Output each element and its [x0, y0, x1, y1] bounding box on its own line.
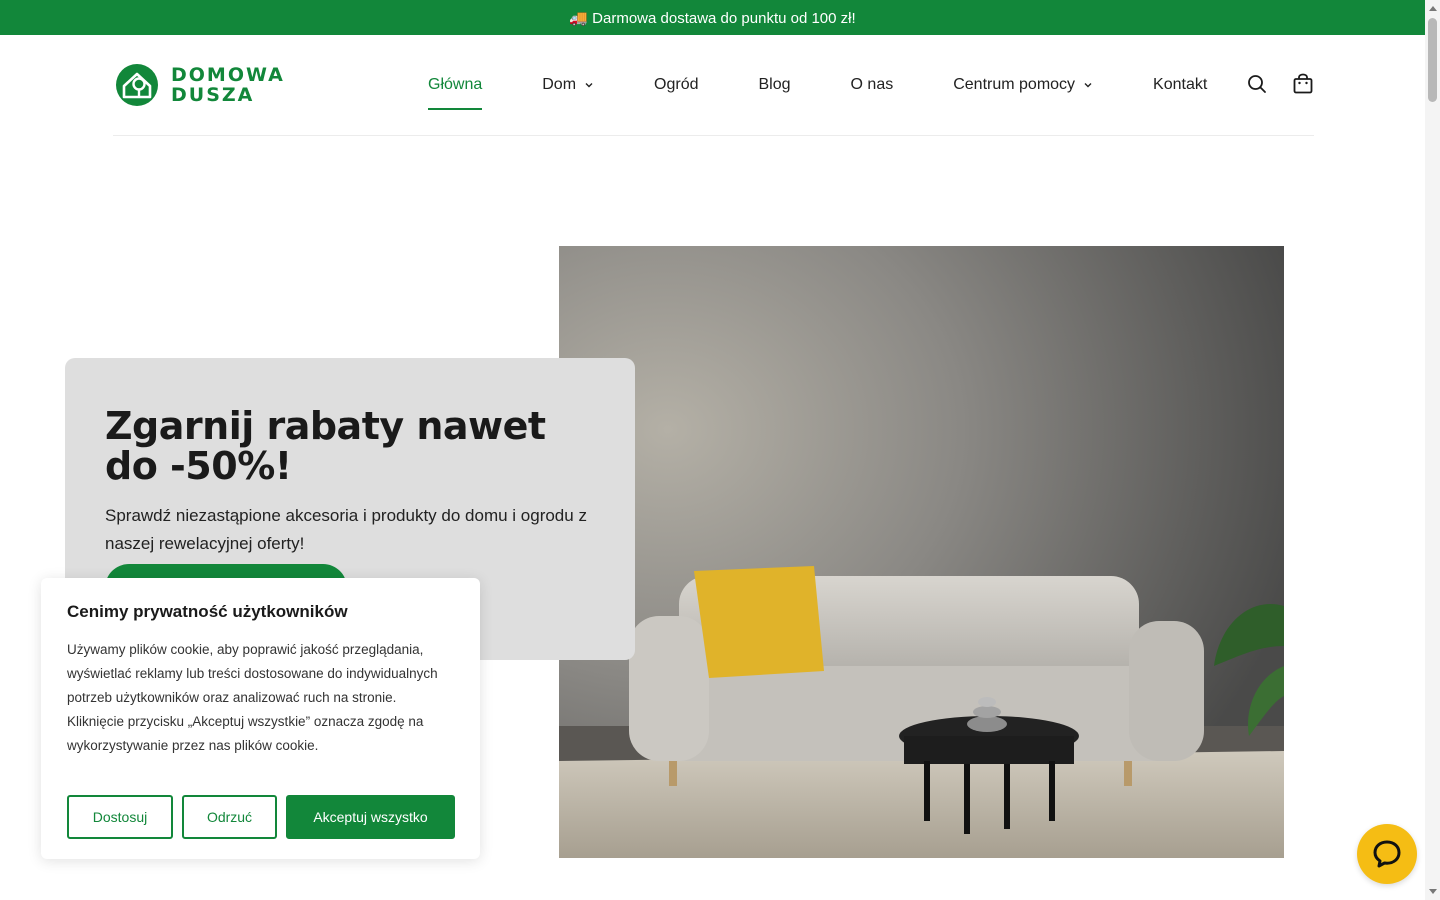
cookie-title: Cenimy prywatność użytkowników	[67, 602, 348, 621]
scroll-down-arrow-icon[interactable]	[1429, 889, 1437, 894]
site-header: DOMOWA DUSZA Główna Dom Ogród Blog O nas…	[113, 35, 1314, 136]
announcement-text: 🚚 Darmowa dostawa do punktu od 100 zł!	[569, 9, 856, 27]
living-room-sofa-photo	[559, 246, 1284, 858]
search-icon[interactable]	[1246, 73, 1268, 95]
nav-label: Dom	[542, 76, 577, 93]
nav-item-o-nas[interactable]: O nas	[851, 35, 894, 135]
nav-label: Główna	[428, 76, 483, 93]
nav-label: Centrum pomocy	[953, 76, 1076, 93]
nav-label: Ogród	[654, 76, 699, 93]
cookie-body: Używamy plików cookie, aby poprawić jako…	[67, 642, 438, 753]
main-nav: Główna Dom Ogród Blog O nas Centrum pomo…	[428, 35, 1207, 135]
announcement-bar: 🚚 Darmowa dostawa do punktu od 100 zł!	[0, 0, 1425, 35]
header-actions	[1222, 73, 1314, 95]
chat-bubble-icon	[1373, 840, 1401, 868]
logo-line-2: DUSZA	[171, 84, 255, 106]
logo-wordmark: DOMOWA DUSZA	[171, 65, 285, 105]
chat-widget-button[interactable]	[1357, 824, 1417, 884]
scroll-up-arrow-icon[interactable]	[1429, 6, 1437, 11]
nav-item-ogrod[interactable]: Ogród	[654, 35, 698, 135]
hero-image	[559, 246, 1284, 858]
hero-title: Zgarnij rabaty nawet do -50%!	[105, 404, 546, 488]
cookie-accept-all-button[interactable]: Akceptuj wszystko	[286, 795, 455, 839]
cookie-actions: Dostosuj Odrzuć Akceptuj wszystko	[67, 795, 455, 839]
nav-label: Blog	[758, 76, 791, 93]
nav-item-glowna[interactable]: Główna	[428, 35, 483, 135]
site-logo[interactable]: DOMOWA DUSZA	[115, 63, 285, 107]
shopping-bag-icon[interactable]	[1292, 73, 1314, 95]
cookie-customize-button[interactable]: Dostosuj	[67, 795, 173, 839]
logo-house-tree-icon	[116, 64, 158, 106]
nav-item-dom[interactable]: Dom	[542, 35, 594, 135]
nav-label: Kontakt	[1153, 76, 1208, 93]
nav-label: O nas	[850, 76, 894, 93]
chevron-down-icon	[585, 83, 593, 88]
nav-item-centrum-pomocy[interactable]: Centrum pomocy	[953, 35, 1093, 135]
cookie-reject-button[interactable]: Odrzuć	[182, 795, 277, 839]
nav-item-blog[interactable]: Blog	[759, 35, 791, 135]
logo-line-1: DOMOWA	[171, 64, 285, 86]
chevron-down-icon	[1084, 83, 1092, 88]
cookie-consent-panel: Cenimy prywatność użytkowników Używamy p…	[41, 578, 480, 859]
scroll-thumb[interactable]	[1428, 18, 1437, 102]
nav-item-kontakt[interactable]: Kontakt	[1153, 35, 1207, 135]
hero-description: Sprawdź niezastąpione akcesoria i produk…	[105, 506, 587, 553]
page-scrollbar[interactable]	[1425, 0, 1440, 900]
